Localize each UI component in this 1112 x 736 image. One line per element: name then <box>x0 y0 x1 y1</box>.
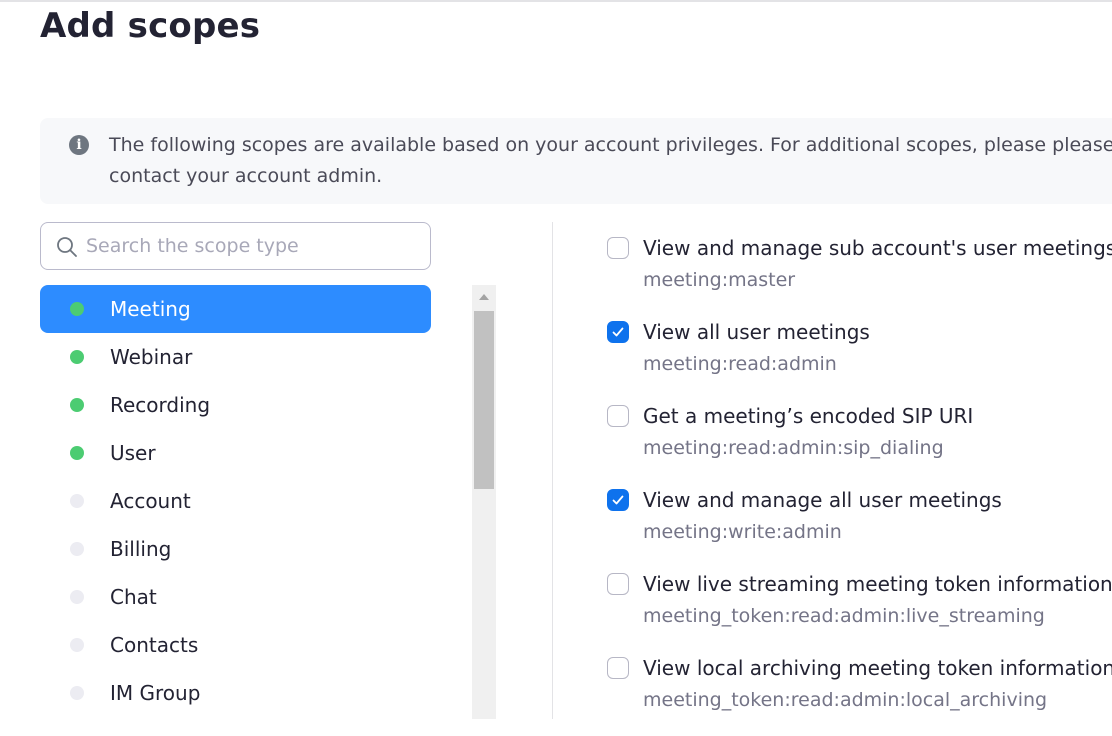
scope-name[interactable]: View all user meetings <box>643 316 870 348</box>
scope-name[interactable]: Get a meeting’s encoded SIP URI <box>643 400 973 432</box>
column-divider <box>552 222 553 719</box>
scope-name[interactable]: View live streaming meeting token inform… <box>643 568 1112 600</box>
category-item-meeting[interactable]: Meeting <box>40 285 431 333</box>
status-dot-disabled <box>70 542 84 556</box>
scope-checkbox[interactable] <box>607 573 629 595</box>
scope-key: meeting_token:read:admin:local_archiving <box>643 689 1048 711</box>
check-icon <box>612 327 624 337</box>
check-icon <box>612 495 624 505</box>
status-dot-disabled <box>70 494 84 508</box>
info-banner: i The following scopes are available bas… <box>40 118 1112 204</box>
category-item-user[interactable]: User <box>40 429 431 477</box>
scope-key: meeting:read:admin:sip_dialing <box>643 437 944 459</box>
scope-item: View local archiving meeting token infor… <box>607 652 1112 736</box>
scroll-up-arrow-icon[interactable] <box>472 285 496 309</box>
search-input[interactable] <box>86 223 416 269</box>
status-dot-enabled <box>70 398 84 412</box>
category-item-billing[interactable]: Billing <box>40 525 431 573</box>
status-dot-enabled <box>70 350 84 364</box>
scope-checkbox[interactable] <box>607 237 629 259</box>
page-title: Add scopes <box>40 6 261 46</box>
category-item-contacts[interactable]: Contacts <box>40 621 431 669</box>
scope-checkbox[interactable] <box>607 405 629 427</box>
scope-name[interactable]: View local archiving meeting token infor… <box>643 652 1112 684</box>
scope-checkbox[interactable] <box>607 489 629 511</box>
scrollbar-thumb[interactable] <box>474 311 494 489</box>
scope-item: View live streaming meeting token inform… <box>607 568 1112 652</box>
status-dot-disabled <box>70 590 84 604</box>
scope-list: View and manage sub account's user meeti… <box>607 232 1112 736</box>
category-item-im-group[interactable]: IM Group <box>40 669 431 717</box>
scope-item: View and manage all user meetings meeting… <box>607 484 1112 568</box>
category-label: Billing <box>110 537 172 561</box>
status-dot-enabled <box>70 446 84 460</box>
scope-item: View all user meetings meeting:read:admin <box>607 316 1112 400</box>
category-label: IM Group <box>110 681 201 705</box>
scope-key: meeting_token:read:admin:live_streaming <box>643 605 1045 627</box>
top-divider <box>0 0 1112 5</box>
scope-search-box[interactable] <box>40 222 431 270</box>
category-label: Meeting <box>110 297 191 321</box>
search-icon <box>57 237 77 257</box>
scope-item: Get a meeting’s encoded SIP URI meeting:r… <box>607 400 1112 484</box>
category-label: Recording <box>110 393 211 417</box>
category-label: Account <box>110 489 191 513</box>
scope-category-list: Meeting Webinar Recording User Account Billin… <box>40 285 431 717</box>
status-dot-disabled <box>70 686 84 700</box>
category-scrollbar[interactable] <box>472 285 496 719</box>
status-dot-disabled <box>70 638 84 652</box>
scope-key: meeting:read:admin <box>643 353 837 375</box>
scope-checkbox[interactable] <box>607 321 629 343</box>
scope-key: meeting:master <box>643 269 796 291</box>
category-label: Contacts <box>110 633 199 657</box>
status-dot-enabled <box>70 302 84 316</box>
scope-item: View and manage sub account's user meeti… <box>607 232 1112 316</box>
info-icon: i <box>69 135 89 155</box>
scope-name[interactable]: View and manage all user meetings <box>643 484 1002 516</box>
category-item-webinar[interactable]: Webinar <box>40 333 431 381</box>
scope-name[interactable]: View and manage sub account's user meeti… <box>643 232 1112 264</box>
category-item-account[interactable]: Account <box>40 477 431 525</box>
scope-key: meeting:write:admin <box>643 521 842 543</box>
category-label: User <box>110 441 156 465</box>
category-label: Webinar <box>110 345 193 369</box>
category-item-chat[interactable]: Chat <box>40 573 431 621</box>
category-label: Chat <box>110 585 157 609</box>
category-item-recording[interactable]: Recording <box>40 381 431 429</box>
scope-checkbox[interactable] <box>607 657 629 679</box>
info-text: The following scopes are available based… <box>109 134 1112 187</box>
